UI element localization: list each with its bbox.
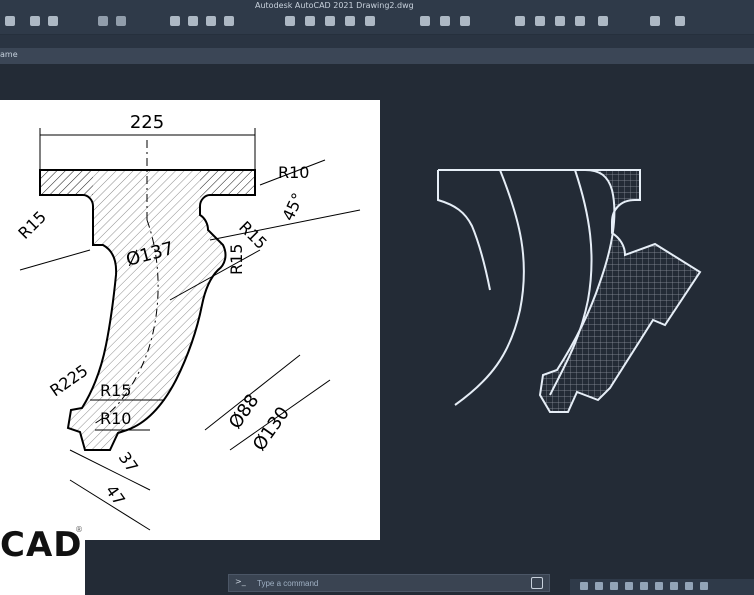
ortho-toggle-icon[interactable]	[610, 582, 618, 590]
cad-left-flange	[437, 170, 491, 291]
workspace-icon[interactable]	[670, 582, 678, 590]
customize-icon[interactable]	[700, 582, 708, 590]
annotation-scale-icon[interactable]	[685, 582, 693, 590]
lineweight-toggle-icon[interactable]	[655, 582, 663, 590]
snap-toggle-icon[interactable]	[595, 582, 603, 590]
cad-outline	[438, 169, 702, 413]
cad-model-svg	[437, 169, 702, 413]
command-line: >_	[228, 574, 550, 592]
status-bar	[570, 579, 754, 595]
command-input[interactable]	[255, 576, 519, 590]
command-prompt: >_	[235, 577, 246, 586]
polar-toggle-icon[interactable]	[625, 582, 633, 590]
command-options-icon[interactable]	[531, 577, 543, 589]
grid-toggle-icon[interactable]	[580, 582, 588, 590]
osnap-toggle-icon[interactable]	[640, 582, 648, 590]
